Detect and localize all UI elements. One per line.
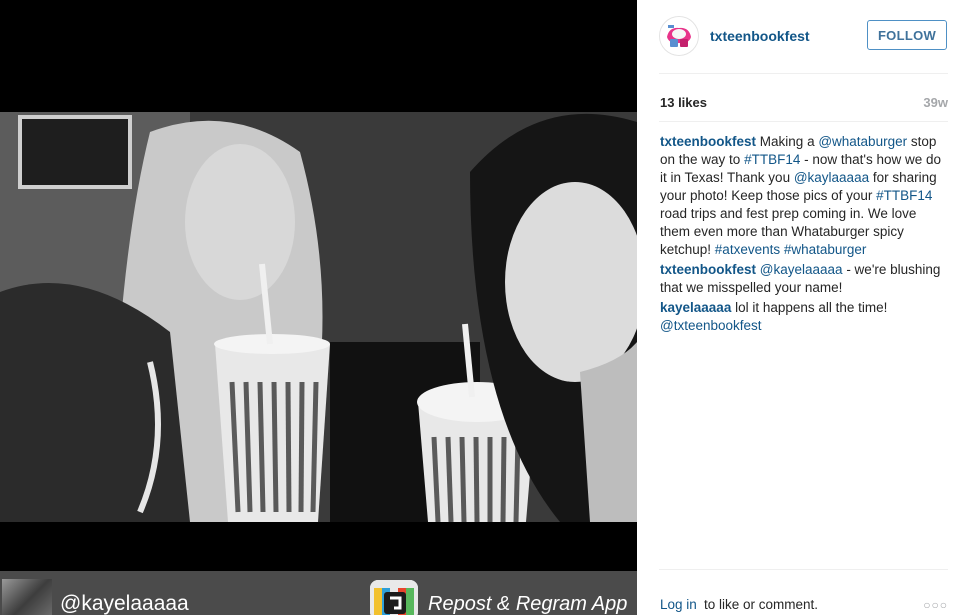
post-footer: Log in to like or comment. ○○○ <box>659 569 948 616</box>
post-age[interactable]: 39w <box>923 96 948 110</box>
post-header: txteenbookfest FOLLOW <box>659 0 948 74</box>
photo-illustration <box>0 112 637 522</box>
more-options-icon[interactable]: ○○○ <box>923 598 948 612</box>
repost-app-icon <box>370 580 418 615</box>
hashtag-link[interactable]: #TTBF14 <box>744 152 800 167</box>
comment-author[interactable]: txteenbookfest <box>660 262 756 277</box>
post-media: @kayelaaaaa Repost & Regram App <box>0 0 637 615</box>
comment-text: lol it happens all the time! <box>735 300 888 315</box>
comment: kayelaaaaa lol it happens all the time! … <box>660 299 946 335</box>
comment-author[interactable]: kayelaaaaa <box>660 300 731 315</box>
comment: txteenbookfest @kayelaaaaa - we're blush… <box>660 261 946 297</box>
follow-button[interactable]: FOLLOW <box>867 20 947 50</box>
post-author-username[interactable]: txteenbookfest <box>710 28 810 44</box>
hashtag-link[interactable]: #TTBF14 <box>876 188 932 203</box>
repost-app-name: Repost & Regram App <box>428 593 628 615</box>
mention-link[interactable]: @kayelaaaaa <box>760 262 843 277</box>
likes-count[interactable]: 13 likes <box>660 96 707 110</box>
comment-author[interactable]: txteenbookfest <box>660 134 756 149</box>
comments-list: txteenbookfest Making a @whataburger sto… <box>660 133 946 337</box>
post-stats: 13 likes 39w <box>659 73 948 122</box>
mention-link[interactable]: @txteenbookfest <box>660 318 762 333</box>
hashtag-link[interactable]: #whataburger <box>784 242 867 257</box>
comment: txteenbookfest Making a @whataburger sto… <box>660 133 946 259</box>
mention-link[interactable]: @kaylaaaaa <box>794 170 869 185</box>
txteenbookfest-logo-icon[interactable] <box>659 16 699 56</box>
repost-user-thumbnail <box>2 579 52 615</box>
repost-username: @kayelaaaaa <box>60 592 189 615</box>
post-sidebar: txteenbookfest FOLLOW 13 likes 39w txtee… <box>637 0 957 615</box>
comment-text: Making a <box>759 134 819 149</box>
login-link[interactable]: Log in <box>660 597 697 613</box>
repost-bar: @kayelaaaaa Repost & Regram App <box>0 571 637 615</box>
mention-link[interactable]: @whataburger <box>818 134 907 149</box>
post-photo[interactable] <box>0 112 637 522</box>
hashtag-link[interactable]: #atxevents <box>715 242 780 257</box>
login-prompt-text: to like or comment. <box>704 597 819 612</box>
